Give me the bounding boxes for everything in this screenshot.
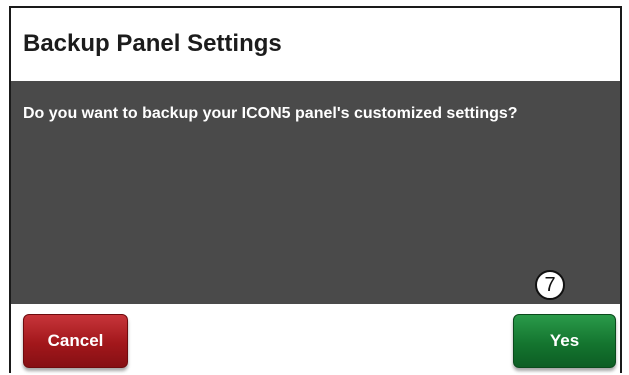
dialog-title: Backup Panel Settings bbox=[23, 30, 282, 57]
step-callout-marker: 7 bbox=[535, 270, 565, 300]
dialog-header: Backup Panel Settings bbox=[11, 8, 620, 81]
cancel-button[interactable]: Cancel bbox=[23, 314, 128, 368]
dialog-footer: Cancel Yes bbox=[11, 304, 620, 375]
yes-button[interactable]: Yes bbox=[513, 314, 616, 368]
dialog-message-area: Do you want to backup your ICON5 panel's… bbox=[11, 81, 620, 304]
backup-settings-dialog: Backup Panel Settings Do you want to bac… bbox=[9, 6, 622, 375]
dialog-message: Do you want to backup your ICON5 panel's… bbox=[23, 105, 518, 122]
